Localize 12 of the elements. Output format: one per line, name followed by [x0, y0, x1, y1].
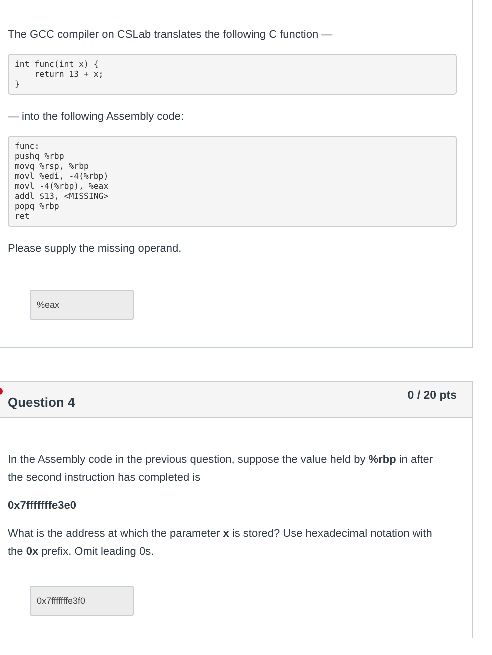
question-text: In the Assembly code in the previous question, suppose the value held by %rbp in after the second instruction has completed is — [8, 453, 434, 486]
question-text: The GCC compiler on CSLab translates the following C function — — [8, 28, 334, 43]
answer-field[interactable]: %eax — [30, 290, 134, 320]
question-text: — into the following Assembly code: — [8, 110, 186, 125]
points-label: 0 / 20 pts — [408, 390, 457, 402]
value-text: 0x7fffffffe3e0 — [8, 499, 78, 514]
code-block: int func(int x) { return 13 + x; } — [8, 54, 457, 95]
code-block: func: pushq %rbp movq %rsp, %rbp movl %edi, -4(%rbp) movl -4(%rbp), %eax addl $13, <MISSING> popq %rbp ret — [8, 136, 457, 227]
question-title: Question 4 — [8, 395, 76, 410]
question-text: Please supply the missing operand. — [8, 242, 183, 257]
question-text: What is the address at which the parameter x is stored? Use hexadecimal notation with the 0x prefix. Omit leading 0s. — [8, 527, 434, 560]
answer-field[interactable]: 0x7fffffffe3f0 — [30, 586, 134, 616]
